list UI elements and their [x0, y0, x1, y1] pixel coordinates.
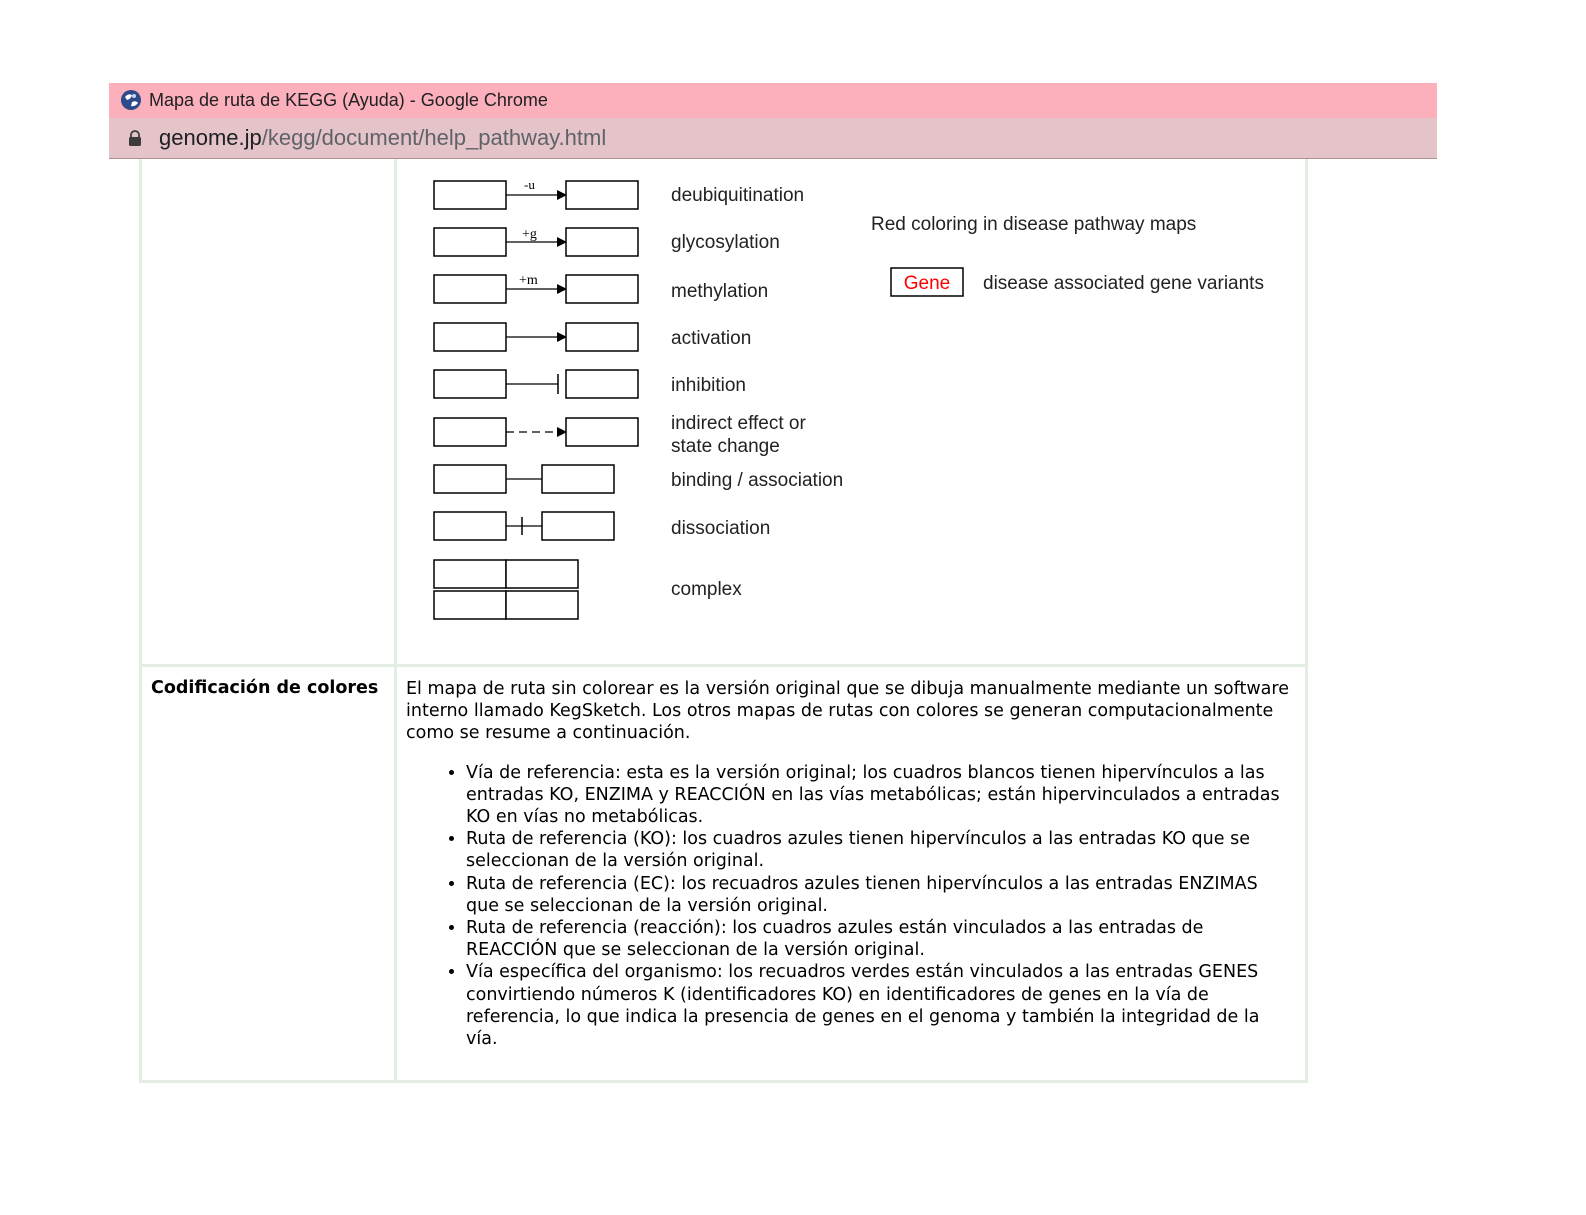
legend-label-inhibition: inhibition: [671, 375, 746, 396]
legend-image-cell: ubiquitination -u deubiquitination +g gl…: [394, 159, 1308, 667]
list-item: Ruta de referencia (KO): los cuadros azu…: [466, 828, 1296, 872]
list-item: Vía específica del organismo: los recuad…: [466, 961, 1296, 1050]
color-coding-list: Vía de referencia: esta es la versión or…: [406, 762, 1296, 1051]
legend-label-cell: [139, 159, 397, 667]
legend-label-indirect-effect-line2: state change: [671, 436, 780, 457]
legend-row-activation: activation: [433, 322, 751, 352]
legend-row-methylation: +m methylation: [433, 273, 768, 304]
legend-label-ubiquitination: ubiquitination: [671, 159, 783, 160]
window-titlebar[interactable]: Mapa de ruta de KEGG (Ayuda) - Google Ch…: [109, 83, 1437, 118]
list-item: Vía de referencia: esta es la versión or…: [466, 762, 1296, 829]
url-domain: genome.jp: [159, 125, 262, 150]
gene-box-text: Gene: [904, 273, 950, 294]
pathway-legend-figure: ubiquitination -u deubiquitination +g gl…: [433, 159, 1264, 620]
legend-row-binding: binding / association: [433, 464, 843, 494]
legend-row-indirect-effect: indirect effect or state change: [433, 413, 807, 457]
color-coding-label-cell: Codificación de colores: [139, 664, 397, 1083]
disease-legend-title: Red coloring in disease pathway maps: [871, 214, 1196, 235]
legend-label-glycosylation: glycosylation: [671, 232, 780, 253]
window-title: Mapa de ruta de KEGG (Ayuda) - Google Ch…: [149, 90, 548, 110]
list-item: Ruta de referencia (reacción): los cuadr…: [466, 917, 1296, 961]
address-bar[interactable]: genome.jp/kegg/document/help_pathway.htm…: [109, 118, 1437, 159]
legend-row-glycosylation: +g glycosylation: [433, 227, 780, 257]
arrow-label-u: -u: [524, 177, 535, 192]
url-path: /kegg/document/help_pathway.html: [261, 125, 607, 150]
legend-label-binding: binding / association: [671, 470, 843, 491]
legend-row-dissociation: dissociation: [433, 511, 770, 541]
disease-gene-variants-label: disease associated gene variants: [983, 273, 1264, 294]
list-item: Ruta de referencia (EC): los recuadros a…: [466, 873, 1296, 917]
legend-label-dissociation: dissociation: [671, 518, 770, 539]
legend-label-indirect-effect-line1: indirect effect or: [671, 413, 807, 434]
arrow-label-m: +m: [519, 273, 538, 288]
legend-label-methylation: methylation: [671, 281, 768, 302]
url-text[interactable]: genome.jp/kegg/document/help_pathway.htm…: [159, 125, 606, 151]
color-coding-body: El mapa de ruta sin colorear es la versi…: [406, 678, 1296, 1050]
legend-row-ubiquitination: ubiquitination: [434, 159, 783, 160]
legend-row-deubiquitination: -u deubiquitination: [433, 177, 804, 210]
lock-icon: [129, 130, 141, 146]
color-coding-intro: El mapa de ruta sin colorear es la versi…: [406, 679, 1289, 744]
legend-label-deubiquitination: deubiquitination: [671, 185, 804, 206]
color-coding-heading: Codificación de colores: [151, 678, 379, 698]
arrow-label-g: +g: [522, 227, 537, 242]
legend-row-complex: complex: [433, 559, 742, 620]
kegg-app-icon: [121, 90, 141, 110]
legend-row-inhibition: inhibition: [433, 369, 746, 399]
legend-label-activation: activation: [671, 328, 751, 349]
disease-legend: Red coloring in disease pathway maps Gen…: [871, 214, 1264, 297]
help-table: ubiquitination -u deubiquitination +g gl…: [139, 159, 1308, 1083]
color-coding-text-cell: El mapa de ruta sin colorear es la versi…: [394, 664, 1308, 1083]
legend-label-complex: complex: [671, 579, 742, 600]
